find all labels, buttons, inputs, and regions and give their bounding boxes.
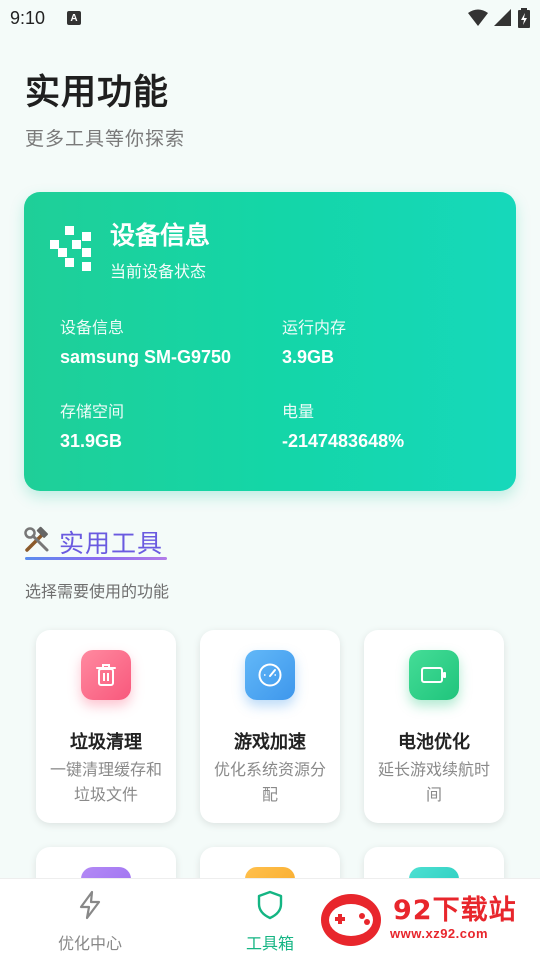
device-card-subtitle: 当前设备状态 bbox=[110, 262, 207, 281]
battery-status-icon bbox=[518, 8, 530, 28]
status-time: 9:10 bbox=[10, 7, 46, 28]
nav-label: 优化中心 bbox=[57, 934, 122, 953]
page-subtitle: 更多工具等你探索 bbox=[25, 128, 186, 150]
nav-label: 工具箱 bbox=[245, 934, 294, 953]
tool-name: 游戏加速 bbox=[234, 732, 306, 753]
device-model-label: 设备信息 bbox=[60, 318, 125, 337]
tool-card-game-boost[interactable]: 游戏加速 优化系统资源分配 bbox=[200, 630, 340, 823]
wifi-icon bbox=[468, 9, 488, 26]
battery-value: -2147483648% bbox=[282, 431, 405, 451]
hammer-wrench-icon bbox=[24, 526, 49, 552]
battery-label: 电量 bbox=[282, 402, 315, 421]
battery-icon bbox=[421, 667, 446, 683]
tool-description: 一键清理缓存和垃圾文件 bbox=[49, 760, 162, 804]
nav-optimize-center[interactable]: 优化中心 bbox=[30, 879, 150, 960]
tool-description: 延长游戏续航时间 bbox=[377, 760, 490, 804]
device-info-card: 设备信息 当前设备状态 设备信息 samsung SM-G9750 运行内存 3… bbox=[24, 192, 516, 491]
section-title: 实用工具 bbox=[59, 529, 164, 558]
device-model-value: samsung SM-G9750 bbox=[60, 347, 232, 367]
pixel-grid-icon bbox=[50, 226, 91, 271]
section-subtitle: 选择需要使用的功能 bbox=[25, 582, 170, 601]
tool-name: 垃圾清理 bbox=[70, 732, 142, 753]
watermark-text: 92下载站 bbox=[393, 895, 517, 926]
status-bar: 9:10 A bbox=[0, 0, 540, 36]
trash-icon bbox=[96, 664, 116, 686]
shield-icon bbox=[257, 890, 283, 920]
tool-icon-container bbox=[245, 650, 295, 700]
notification-badge-icon: A bbox=[67, 11, 82, 25]
tool-card-junk-clean[interactable]: 垃圾清理 一键清理缓存和垃圾文件 bbox=[36, 630, 176, 823]
section-title-underline bbox=[25, 557, 167, 560]
signal-icon bbox=[494, 9, 511, 26]
device-card-title: 设备信息 bbox=[110, 221, 211, 250]
speedometer-icon bbox=[258, 663, 282, 687]
tool-name: 电池优化 bbox=[398, 732, 470, 753]
storage-value: 31.9GB bbox=[60, 431, 123, 451]
tool-description: 优化系统资源分配 bbox=[213, 760, 326, 804]
watermark-url: www.xz92.com bbox=[390, 926, 488, 941]
lightning-icon bbox=[79, 890, 101, 920]
storage-label: 存储空间 bbox=[60, 402, 125, 421]
ram-label: 运行内存 bbox=[282, 318, 347, 337]
ram-value: 3.9GB bbox=[282, 347, 335, 367]
tool-icon-container bbox=[81, 650, 131, 700]
status-indicators bbox=[468, 8, 530, 28]
tool-card-battery-optimize[interactable]: 电池优化 延长游戏续航时间 bbox=[364, 630, 504, 823]
nav-toolbox[interactable]: 工具箱 bbox=[210, 879, 330, 960]
tool-icon-container bbox=[409, 650, 459, 700]
page-title: 实用功能 bbox=[25, 73, 170, 113]
watermark-logo: 92下载站 www.xz92.com bbox=[318, 884, 534, 956]
gamepad-logo-icon bbox=[321, 894, 381, 946]
